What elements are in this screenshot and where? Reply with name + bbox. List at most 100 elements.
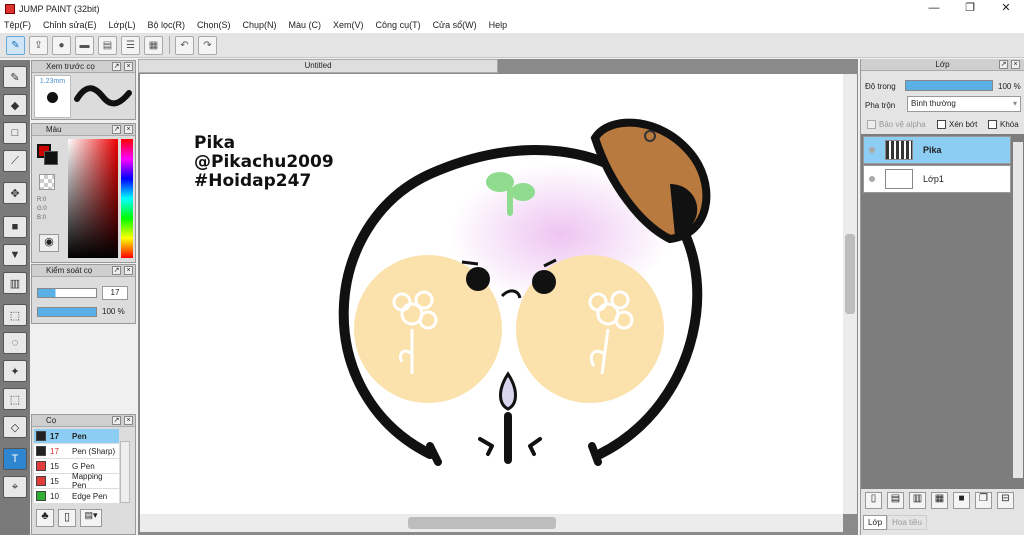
menu-layer[interactable]: Lớp(L) (109, 20, 136, 30)
transparent-color[interactable] (39, 174, 55, 190)
new-layer-icon[interactable]: ▯ (865, 492, 882, 509)
eraser-icon[interactable]: ◆ (3, 94, 27, 116)
close-icon[interactable]: × (124, 416, 133, 425)
palette-icon[interactable]: ◉ (39, 234, 59, 252)
background-color[interactable] (44, 151, 58, 165)
layer-opacity-slider[interactable] (905, 80, 993, 91)
menu-select[interactable]: Chọn(S) (197, 20, 231, 30)
bucket-icon[interactable]: ▼ (3, 244, 27, 266)
menu-tools[interactable]: Công cụ(T) (376, 20, 421, 30)
layer-thumbnail (885, 140, 913, 160)
menu-bar: Tệp(F) Chỉnh sửa(E) Lớp(L) Bộ lọc(R) Chọ… (0, 17, 1024, 33)
layer-list-scrollbar[interactable] (1013, 142, 1023, 478)
lock-checkbox[interactable]: Khóa (988, 120, 1019, 129)
scroll-thumb[interactable] (845, 234, 855, 314)
minimize-button[interactable]: — (916, 0, 952, 17)
eyedropper-icon[interactable]: ⌖ (3, 476, 27, 498)
checkbox-box (867, 120, 876, 129)
rectangle-icon[interactable]: □ (3, 122, 27, 144)
brush-color-swatch (36, 461, 46, 471)
select-pen-icon[interactable]: ⬚ (3, 388, 27, 410)
undo-icon[interactable]: ↶ (175, 35, 194, 55)
brush-item-pen-sharp[interactable]: 17 Pen (Sharp) (34, 444, 119, 459)
brush-group-icon[interactable]: ♣ (36, 509, 54, 527)
saturation-value-picker[interactable] (68, 139, 118, 258)
pen-icon[interactable]: ⟋ (3, 150, 27, 172)
protect-alpha-checkbox[interactable]: Bảo vệ alpha (867, 120, 926, 129)
magic-wand-icon[interactable]: ✦ (3, 360, 27, 382)
menu-window[interactable]: Cửa sổ(W) (433, 20, 477, 30)
menu-view[interactable]: Xem(V) (333, 20, 364, 30)
duplicate-layer-icon[interactable]: ❐ (975, 492, 992, 509)
menu-capture[interactable]: Chụp(N) (243, 20, 277, 30)
brush-menu-icon[interactable]: ▤▾ (80, 509, 102, 527)
brush-opacity-slider[interactable] (37, 307, 97, 317)
move-icon[interactable]: ✥ (3, 182, 27, 204)
brush-icon[interactable]: ✎ (3, 66, 27, 88)
new-halftone-layer-icon[interactable]: ▦ (931, 492, 948, 509)
brush-size-input[interactable]: 17 (102, 286, 128, 300)
menu-filter[interactable]: Bộ lọc(R) (147, 20, 185, 30)
menu-help[interactable]: Help (489, 20, 508, 30)
eye-icon[interactable] (869, 176, 875, 182)
list-icon[interactable]: ☰ (121, 35, 140, 55)
folder-icon[interactable]: ■ (953, 492, 970, 509)
panel-title: Cọ (46, 416, 57, 425)
lasso-icon[interactable]: ◌ (3, 332, 27, 354)
layer-item-lop1[interactable]: Lớp1 (863, 165, 1011, 193)
menu-edit[interactable]: Chỉnh sửa(E) (43, 20, 97, 30)
new-brush-icon[interactable]: ▯ (58, 509, 76, 527)
brush-item-pen[interactable]: 17 Pen (34, 429, 119, 444)
new-raster-layer-icon[interactable]: ▤ (887, 492, 904, 509)
close-icon[interactable]: × (124, 62, 133, 71)
float-icon[interactable]: ↗ (999, 60, 1008, 69)
drawing-canvas[interactable]: Pika @Pikachu2009 #Hoidap247 (140, 74, 844, 514)
eye-icon[interactable] (869, 147, 875, 153)
new-8bit-layer-icon[interactable]: ▥ (909, 492, 926, 509)
float-icon[interactable]: ↗ (112, 416, 121, 425)
close-icon[interactable]: × (124, 266, 133, 275)
left-dock-scrollbar[interactable] (124, 505, 132, 531)
delete-layer-icon[interactable]: ⊟ (997, 492, 1014, 509)
panel-title: Màu (46, 125, 62, 134)
float-icon[interactable]: ↗ (112, 266, 121, 275)
tab-navigator[interactable]: Hoa tiêu (887, 515, 927, 530)
clipping-checkbox[interactable]: Xén bớt (937, 120, 977, 129)
menu-color[interactable]: Màu (C) (289, 20, 322, 30)
fill-rect-icon[interactable]: ■ (3, 216, 27, 238)
blend-mode-select[interactable]: Bình thường ▾ (907, 96, 1021, 112)
maximize-button[interactable]: ❐ (952, 0, 988, 17)
redo-icon[interactable]: ↷ (198, 35, 217, 55)
close-button[interactable]: ✕ (988, 0, 1024, 17)
menu-file[interactable]: Tệp(F) (4, 20, 31, 30)
speech-bubble-icon[interactable]: ▬ (75, 35, 94, 55)
canvas-vertical-scrollbar[interactable] (843, 74, 857, 514)
text-icon[interactable]: T (3, 448, 27, 470)
gradient-icon[interactable]: ▥ (3, 272, 27, 294)
export-icon[interactable]: ⇪ (29, 35, 48, 55)
brush-item-edge-pen[interactable]: 10 Edge Pen (34, 489, 119, 504)
brush-list-scrollbar[interactable] (120, 441, 130, 503)
comment-icon[interactable]: ● (52, 35, 71, 55)
tab-layers[interactable]: Lớp (863, 515, 888, 530)
select-eraser-icon[interactable]: ◇ (3, 416, 27, 438)
drop-stem (504, 412, 512, 464)
select-rect-icon[interactable]: ⬚ (3, 304, 27, 326)
brush-settings-icon[interactable]: ✎ (6, 35, 25, 55)
float-icon[interactable]: ↗ (112, 125, 121, 134)
brush-item-mapping-pen[interactable]: 15 Mapping Pen (34, 472, 119, 490)
main-toolbar: ✎ ⇪ ● ▬ ▤ ☰ ▦ ↶ ↷ (0, 33, 1024, 58)
layout-icon[interactable]: ▦ (144, 35, 163, 55)
color-panel: Màu ↗ × R:0 G:0 B:0 ◉ (31, 123, 136, 263)
page-icon[interactable]: ▤ (98, 35, 117, 55)
hue-slider[interactable] (121, 139, 133, 258)
float-icon[interactable]: ↗ (112, 62, 121, 71)
brush-size-slider[interactable] (37, 288, 97, 298)
layer-list: Pika Lớp1 (861, 134, 1024, 489)
layer-item-pika[interactable]: Pika (863, 136, 1011, 164)
document-tab[interactable]: Untitled (138, 59, 498, 73)
canvas-horizontal-scrollbar[interactable] (140, 514, 843, 532)
scroll-thumb[interactable] (408, 517, 556, 529)
close-icon[interactable]: × (1011, 60, 1020, 69)
close-icon[interactable]: × (124, 125, 133, 134)
